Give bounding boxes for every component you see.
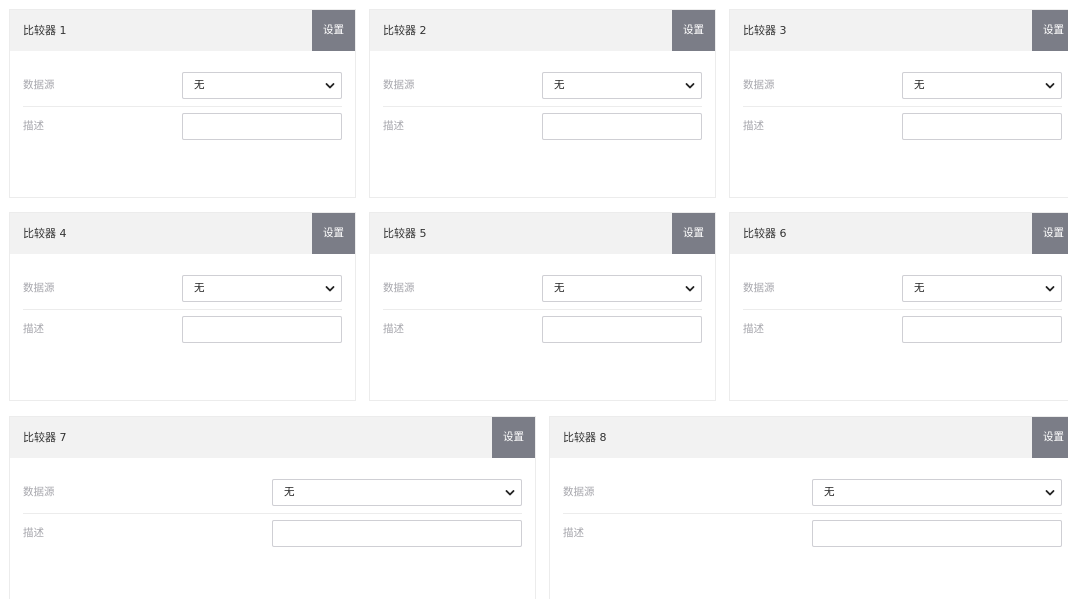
description-label: 描述 [743, 323, 764, 335]
settings-button[interactable]: 设置 [492, 417, 535, 458]
card-title: 比较器 4 [23, 227, 67, 240]
data-source-select[interactable]: 无 [182, 275, 342, 302]
description-label: 描述 [383, 120, 404, 132]
settings-button[interactable]: 设置 [1032, 10, 1068, 51]
description-input[interactable] [812, 520, 1062, 547]
settings-button[interactable]: 设置 [1032, 417, 1068, 458]
description-label: 描述 [23, 120, 44, 132]
row-divider [563, 513, 1062, 514]
card-header: 比较器 3 设置 [730, 10, 1068, 51]
data-source-select[interactable]: 无 [902, 72, 1062, 99]
data-source-label: 数据源 [383, 282, 415, 294]
description-input[interactable] [902, 316, 1062, 343]
card-title: 比较器 2 [383, 24, 427, 37]
comparator-card-8: 比较器 8 设置数据源 无描述 [549, 416, 1068, 599]
comparator-card-5: 比较器 5 设置数据源 无描述 [369, 212, 716, 401]
description-input[interactable] [542, 316, 702, 343]
row-divider [23, 513, 522, 514]
data-source-select[interactable]: 无 [542, 72, 702, 99]
card-title: 比较器 7 [23, 431, 67, 444]
card-header: 比较器 8 设置 [550, 417, 1068, 458]
card-header: 比较器 5 设置 [370, 213, 715, 254]
card-header: 比较器 4 设置 [10, 213, 355, 254]
data-source-select[interactable]: 无 [182, 72, 342, 99]
data-source-value: 无 [554, 79, 565, 91]
data-source-value: 无 [824, 486, 835, 498]
data-source-label: 数据源 [23, 79, 55, 91]
row-divider [23, 106, 342, 107]
description-input[interactable] [542, 113, 702, 140]
card-header: 比较器 6 设置 [730, 213, 1068, 254]
data-source-select[interactable]: 无 [272, 479, 522, 506]
data-source-select[interactable]: 无 [812, 479, 1062, 506]
card-header: 比较器 2 设置 [370, 10, 715, 51]
card-title: 比较器 3 [743, 24, 787, 37]
data-source-select[interactable]: 无 [902, 275, 1062, 302]
description-input[interactable] [902, 113, 1062, 140]
data-source-label: 数据源 [23, 486, 55, 498]
card-title: 比较器 1 [23, 24, 67, 37]
description-input[interactable] [182, 113, 342, 140]
row-divider [23, 309, 342, 310]
settings-button[interactable]: 设置 [672, 213, 715, 254]
data-source-label: 数据源 [563, 486, 595, 498]
data-source-value: 无 [914, 282, 925, 294]
settings-button[interactable]: 设置 [312, 213, 355, 254]
data-source-value: 无 [554, 282, 565, 294]
data-source-label: 数据源 [743, 79, 775, 91]
comparator-card-4: 比较器 4 设置数据源 无描述 [9, 212, 356, 401]
comparator-card-2: 比较器 2 设置数据源 无描述 [369, 9, 716, 198]
comparator-card-3: 比较器 3 设置数据源 无描述 [729, 9, 1068, 198]
description-label: 描述 [23, 323, 44, 335]
data-source-value: 无 [194, 79, 205, 91]
description-label: 描述 [383, 323, 404, 335]
row-divider [743, 309, 1062, 310]
data-source-value: 无 [194, 282, 205, 294]
description-label: 描述 [743, 120, 764, 132]
comparator-grid: 比较器 1 设置 数据源无描述 比较器 2 设置 数据源无描述 比较器 3 设置 数据源无描述比… [0, 0, 1068, 599]
comparator-card-6: 比较器 6 设置数据源 无描述 [729, 212, 1068, 401]
card-header: 比较器 1 设置 [10, 10, 355, 51]
card-header: 比较器 7 设置 [10, 417, 535, 458]
card-title: 比较器 5 [383, 227, 427, 240]
description-label: 描述 [23, 527, 44, 539]
comparator-card-7: 比较器 7 设置数据源 无描述 [9, 416, 536, 599]
settings-button[interactable]: 设置 [1032, 213, 1068, 254]
data-source-label: 数据源 [743, 282, 775, 294]
data-source-label: 数据源 [383, 79, 415, 91]
data-source-value: 无 [914, 79, 925, 91]
data-source-value: 无 [284, 486, 295, 498]
description-input[interactable] [182, 316, 342, 343]
data-source-label: 数据源 [23, 282, 55, 294]
settings-button[interactable]: 设置 [312, 10, 355, 51]
card-title: 比较器 6 [743, 227, 787, 240]
comparator-card-1: 比较器 1 设置数据源 无描述 [9, 9, 356, 198]
row-divider [383, 106, 702, 107]
description-input[interactable] [272, 520, 522, 547]
settings-button[interactable]: 设置 [672, 10, 715, 51]
data-source-select[interactable]: 无 [542, 275, 702, 302]
row-divider [383, 309, 702, 310]
card-title: 比较器 8 [563, 431, 607, 444]
row-divider [743, 106, 1062, 107]
description-label: 描述 [563, 527, 584, 539]
